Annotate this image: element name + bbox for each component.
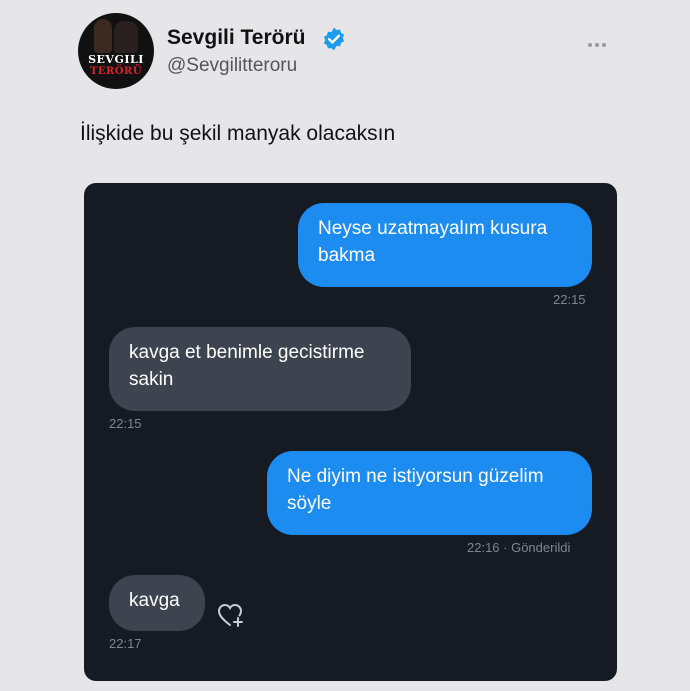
display-name[interactable]: Sevgili Terörü <box>167 26 305 50</box>
message-text: kavga <box>129 590 180 611</box>
avatar-figure <box>114 21 138 53</box>
message-time: 22:15 <box>553 292 586 307</box>
message-text: Ne diyim ne istiyorsun güzelim <box>287 466 544 487</box>
message-bubble-outgoing: Ne diyim ne istiyorsun güzelim söyle <box>267 451 592 535</box>
message-bubble-outgoing: Neyse uzatmayalım kusura bakma <box>298 203 592 287</box>
tweet-text: İlişkide bu şekil manyak olacaksın <box>80 122 396 145</box>
avatar-figure <box>94 19 112 53</box>
chat-screenshot: Neyse uzatmayalım kusura bakma 22:15 kav… <box>84 183 617 681</box>
avatar-logo-text: SEVGILI <box>88 53 144 66</box>
message-text: sakin <box>129 369 174 390</box>
message-time: 22:17 <box>109 636 142 651</box>
tweet-header: SEVGILI TERÖRÜ Sevgili Terörü @Sevgilitt… <box>0 0 690 100</box>
more-horizontal-icon[interactable] <box>588 34 612 47</box>
message-text: söyle <box>287 493 332 514</box>
message-text: Neyse uzatmayalım kusura <box>318 218 548 239</box>
user-handle[interactable]: @Sevgilitteroru <box>167 55 297 77</box>
message-bubble-incoming: kavga <box>109 575 205 631</box>
message-text: bakma <box>318 245 376 266</box>
message-bubble-incoming: kavga et benimle gecistirme sakin <box>109 327 411 411</box>
message-text: kavga et benimle gecistirme <box>129 342 365 363</box>
message-time: 22:16 · Gönderildi <box>467 540 571 555</box>
page-bottom <box>0 682 690 691</box>
avatar[interactable]: SEVGILI TERÖRÜ <box>78 13 154 89</box>
heart-plus-icon[interactable] <box>217 603 245 629</box>
message-time: 22:15 <box>109 416 142 431</box>
avatar-logo-text: TERÖRÜ <box>89 66 143 77</box>
verified-badge-icon <box>323 27 345 51</box>
